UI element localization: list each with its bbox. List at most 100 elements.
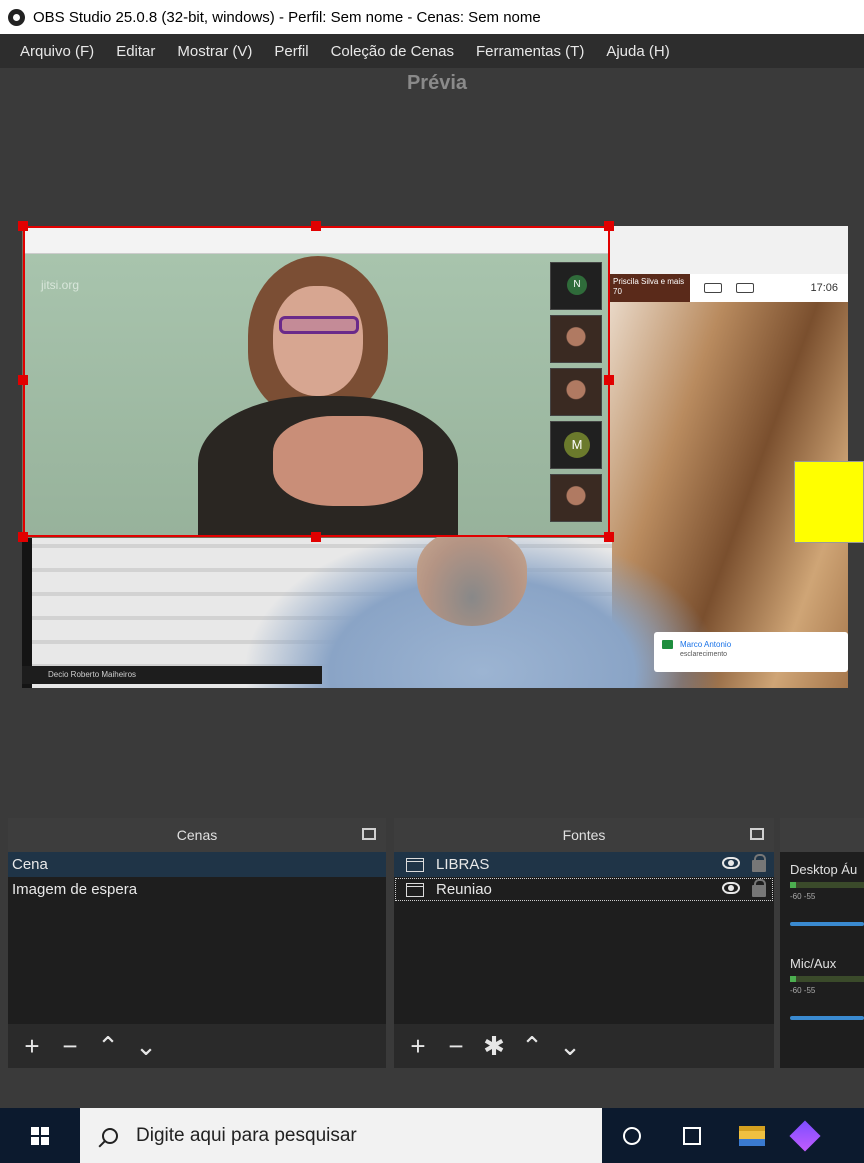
source-item[interactable]: Reuniao: [394, 877, 774, 902]
resize-handle[interactable]: [604, 221, 614, 231]
remove-source-button[interactable]: −: [442, 1031, 470, 1062]
source-properties-gear-icon[interactable]: ✱: [480, 1031, 508, 1062]
mixer-channel-name: Desktop Áu: [790, 862, 858, 877]
move-up-button[interactable]: ⌃: [94, 1031, 122, 1062]
thumbnail: M: [550, 421, 602, 469]
add-source-button[interactable]: +: [404, 1031, 432, 1062]
scenes-list: Cena Imagem de espera: [8, 852, 386, 1024]
window-titlebar: OBS Studio 25.0.8 (32-bit, windows) - Pe…: [0, 0, 864, 34]
scenes-toolbar: + − ⌃ ⌄: [8, 1024, 386, 1068]
chat-author: Marco Antonio: [680, 640, 732, 649]
chat-popup: Marco Antonio esclarecimento: [654, 632, 848, 672]
people-icon: [704, 283, 722, 293]
resize-handle[interactable]: [18, 532, 28, 542]
participants-label: Priscila Silva e mais 70: [610, 274, 690, 302]
source-label: Reuniao: [436, 881, 492, 898]
avatar: M: [564, 432, 590, 458]
windows-taskbar: Digite aqui para pesquisar: [0, 1108, 864, 1163]
thumbnail: N: [550, 262, 602, 310]
visibility-eye-icon[interactable]: [722, 882, 740, 894]
obs-logo-icon: [8, 8, 25, 26]
speaker-face: [417, 531, 527, 626]
search-placeholder: Digite aqui para pesquisar: [136, 1124, 357, 1146]
visibility-eye-icon[interactable]: [722, 857, 740, 869]
undock-icon[interactable]: [750, 828, 764, 840]
source-label: LIBRAS: [436, 856, 490, 873]
menu-ferramentas[interactable]: Ferramentas (T): [476, 43, 584, 60]
move-up-button[interactable]: ⌃: [518, 1031, 546, 1062]
move-down-button[interactable]: ⌄: [556, 1031, 584, 1062]
mixer-channel-name: Mic/Aux: [790, 956, 837, 971]
resize-handle[interactable]: [18, 221, 28, 231]
resize-handle[interactable]: [604, 532, 614, 542]
volume-meter: [790, 976, 864, 982]
sources-dock: Fontes LIBRAS Reuniao + − ✱ ⌃ ⌄: [394, 818, 774, 1068]
window-capture-icon: [406, 882, 424, 897]
yellow-rectangle: [794, 461, 864, 543]
dock-gap: [0, 1068, 864, 1108]
participant-thumbnails: N M: [550, 262, 602, 524]
sources-header: Fontes: [394, 818, 774, 852]
meet-time: 17:06: [810, 282, 838, 294]
menu-editar[interactable]: Editar: [116, 43, 155, 60]
app-icon[interactable]: [789, 1119, 821, 1152]
resize-handle[interactable]: [311, 221, 321, 231]
thumbnail: [550, 474, 602, 522]
taskbar-search-box[interactable]: Digite aqui para pesquisar: [80, 1108, 602, 1163]
resize-handle[interactable]: [311, 532, 321, 542]
menu-perfil[interactable]: Perfil: [274, 43, 308, 60]
remove-scene-button[interactable]: −: [56, 1031, 84, 1062]
speaker-name-tag: Decio Roberto Maiheiros: [22, 666, 322, 684]
move-down-button[interactable]: ⌄: [132, 1031, 160, 1062]
task-view-icon: [683, 1126, 701, 1145]
sources-title: Fontes: [562, 827, 606, 843]
chat-bubble-icon: [662, 640, 673, 649]
lock-icon[interactable]: [752, 879, 766, 897]
lock-icon[interactable]: [752, 854, 766, 872]
scenes-dock: Cenas Cena Imagem de espera + − ⌃ ⌄: [8, 818, 386, 1068]
add-scene-button[interactable]: +: [18, 1031, 46, 1062]
meet-topbar: Priscila Silva e mais 70 17:06: [610, 274, 848, 302]
window-capture-icon: [406, 857, 424, 872]
thumbnail: [550, 315, 602, 363]
sources-toolbar: + − ✱ ⌃ ⌄: [394, 1024, 774, 1068]
source-libras-render[interactable]: jitsi.org N M: [23, 226, 609, 537]
scenes-header: Cenas: [8, 818, 386, 852]
volume-fader[interactable]: [790, 1016, 864, 1020]
source-item[interactable]: LIBRAS: [394, 852, 774, 877]
scene-item[interactable]: Imagem de espera: [8, 877, 386, 902]
folder-icon: [739, 1125, 765, 1146]
jitsi-watermark: jitsi.org: [41, 278, 80, 292]
menu-bar: Arquivo (F) Editar Mostrar (V) Perfil Co…: [0, 34, 864, 68]
mixer-header: [780, 818, 864, 852]
search-icon: [102, 1127, 118, 1144]
meter-scale: -60 -55: [790, 892, 816, 901]
file-explorer-button[interactable]: [722, 1108, 782, 1163]
menu-ajuda[interactable]: Ajuda (H): [606, 43, 669, 60]
menu-arquivo[interactable]: Arquivo (F): [20, 43, 94, 60]
volume-fader[interactable]: [790, 922, 864, 926]
scene-label: Cena: [12, 856, 48, 873]
scene-item[interactable]: Cena: [8, 852, 386, 877]
chat-message: esclarecimento: [680, 651, 728, 658]
scene-label: Imagem de espera: [12, 881, 138, 898]
cortana-button[interactable]: [602, 1108, 662, 1163]
interpreter-face: [273, 286, 363, 396]
browser-toolbar: [610, 226, 848, 274]
start-button[interactable]: [0, 1108, 80, 1163]
undock-icon[interactable]: [362, 828, 376, 840]
cortana-icon: [623, 1126, 641, 1145]
menu-colecao-de-cenas[interactable]: Coleção de Cenas: [331, 43, 454, 60]
menu-mostrar[interactable]: Mostrar (V): [177, 43, 252, 60]
meter-scale: -60 -55: [790, 986, 816, 995]
scenes-title: Cenas: [176, 827, 218, 843]
task-view-button[interactable]: [662, 1108, 722, 1163]
interpreter-hands: [273, 416, 423, 506]
thumbnail: [550, 368, 602, 416]
audio-mixer-dock: Desktop Áu -60 -55 Mic/Aux -60 -55: [780, 818, 864, 1068]
windows-logo-icon: [31, 1126, 49, 1145]
mixer-body: Desktop Áu -60 -55 Mic/Aux -60 -55: [780, 852, 864, 1068]
preview-label: Prévia: [406, 72, 468, 94]
resize-handle[interactable]: [18, 375, 28, 385]
resize-handle[interactable]: [604, 375, 614, 385]
